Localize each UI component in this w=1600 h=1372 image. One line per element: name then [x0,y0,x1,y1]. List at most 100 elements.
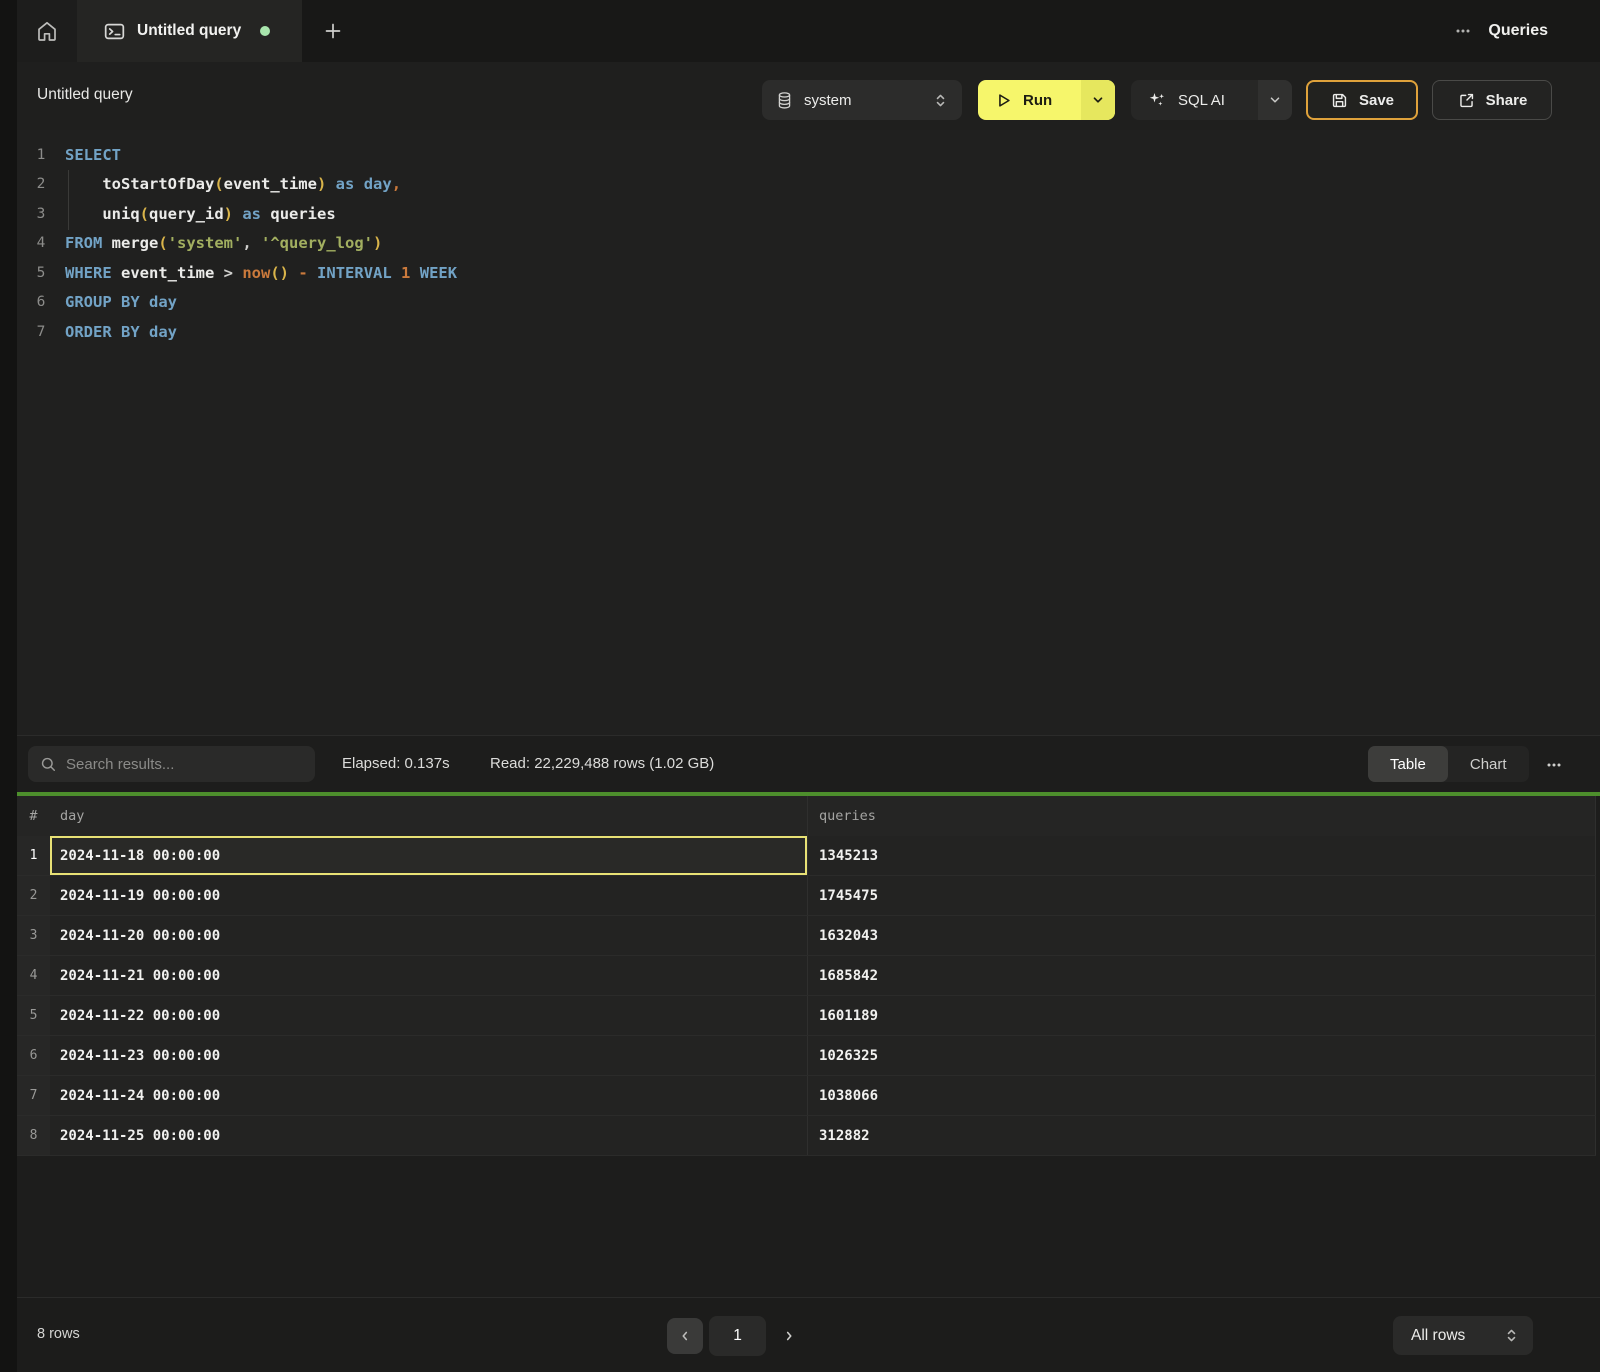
row-count: 8 rows [37,1326,80,1342]
page-size-value: All rows [1411,1327,1504,1345]
cell-queries[interactable]: 1038066 [807,1076,1595,1115]
cell-queries[interactable]: 1632043 [807,916,1595,955]
share-label: Share [1486,92,1528,109]
page-number-button[interactable]: 1 [709,1316,766,1356]
tab-chart-view[interactable]: Chart [1448,746,1529,782]
column-header-day[interactable]: day [50,796,807,836]
grid-header: # day queries [17,796,1596,836]
code-line[interactable]: 6GROUP BY day [17,288,1600,318]
table-row: 22024-11-19 00:00:001745475 [17,876,1596,916]
cell-queries[interactable]: 1685842 [807,956,1595,995]
line-number: 2 [29,176,53,192]
table-row: 42024-11-21 00:00:001685842 [17,956,1596,996]
cell-day[interactable]: 2024-11-20 00:00:00 [50,916,807,955]
sql-ai-button-group: SQL AI [1131,80,1292,120]
read-stat: Read: 22,229,488 rows (1.02 GB) [490,755,714,772]
code-line[interactable]: 4FROM merge('system', '^query_log') [17,229,1600,259]
sql-editor[interactable]: 1 SELECT 2 toStartOfDay(event_time) as day… [17,130,1600,735]
database-selector-value: system [804,92,922,109]
tabbar-right: Queries [1450,0,1600,62]
run-button-group: Run [978,80,1115,120]
cell-queries[interactable]: 1026325 [807,1036,1595,1075]
row-index: 6 [17,1036,50,1075]
previous-page-button[interactable] [667,1318,703,1354]
cell-day[interactable]: 2024-11-23 00:00:00 [50,1036,807,1075]
run-label: Run [1023,92,1052,109]
row-index: 7 [17,1076,50,1115]
database-selector[interactable]: system [762,80,962,120]
run-options-button[interactable] [1081,80,1115,120]
save-icon [1330,91,1349,110]
next-page-button[interactable] [772,1318,806,1354]
results-more-options-icon[interactable] [1541,752,1567,778]
column-header-index[interactable]: # [17,796,50,836]
code-line[interactable]: 1 SELECT [17,140,1600,170]
code-line[interactable]: 5 WHERE event_time > now() - INTERVAL 1 W… [17,258,1600,288]
chevron-down-icon [1268,93,1282,107]
cell-day[interactable]: 2024-11-21 00:00:00 [50,956,807,995]
left-gutter [0,0,17,1372]
row-index: 2 [17,876,50,915]
queries-link[interactable]: Queries [1488,22,1548,40]
run-button[interactable]: Run [978,80,1081,120]
save-button[interactable]: Save [1306,80,1418,120]
search-box [28,746,315,782]
search-icon [40,756,57,773]
cell-day[interactable]: 2024-11-22 00:00:00 [50,996,807,1035]
cell-queries[interactable]: 1345213 [807,836,1595,875]
row-index: 4 [17,956,50,995]
new-tab-button[interactable] [302,0,364,62]
share-button[interactable]: Share [1432,80,1552,120]
tab-table-view[interactable]: Table [1368,746,1448,782]
elapsed-stat: Elapsed: 0.137s [342,755,450,772]
code-lines: 1 SELECT 2 toStartOfDay(event_time) as day… [17,140,1600,347]
tab-untitled-query[interactable]: Untitled query [77,0,302,62]
view-toggle: Table Chart [1368,746,1529,782]
code-text: SELECT [65,146,121,164]
sql-ai-options-button[interactable] [1258,80,1292,120]
page-size-selector[interactable]: All rows [1393,1316,1533,1355]
code-text: WHERE event_time > now() - INTERVAL 1 WE… [65,264,457,282]
row-index: 1 [17,836,50,875]
code-line[interactable]: 2 toStartOfDay(event_time) as day, [17,170,1600,200]
query-toolbar: Untitled query system Run SQL AI [17,62,1600,130]
chevron-left-icon [678,1329,692,1343]
more-options-icon[interactable] [1450,18,1476,44]
sql-ai-label: SQL AI [1178,92,1225,109]
column-header-queries[interactable]: queries [807,796,1595,836]
code-text: ORDER BY day [65,323,177,341]
cell-day[interactable]: 2024-11-24 00:00:00 [50,1076,807,1115]
cell-day[interactable]: 2024-11-25 00:00:00 [50,1116,807,1155]
indent-guide [68,170,69,230]
save-label: Save [1359,92,1394,109]
cell-queries[interactable]: 312882 [807,1116,1595,1155]
chevron-down-icon [1091,93,1105,107]
home-tab[interactable] [17,0,77,62]
cell-day[interactable]: 2024-11-19 00:00:00 [50,876,807,915]
cell-queries[interactable]: 1601189 [807,996,1595,1035]
unsaved-changes-dot [260,26,270,36]
row-index: 5 [17,996,50,1035]
tab-label: Untitled query [137,22,241,40]
select-arrows-icon [1504,1327,1519,1344]
share-icon [1457,91,1476,110]
search-input[interactable] [66,756,303,773]
chevron-right-icon [782,1329,796,1343]
database-icon [776,91,793,110]
line-number: 5 [29,265,53,281]
sql-ai-button[interactable]: SQL AI [1131,80,1258,120]
code-line[interactable]: 3 uniq(query_id) as queries [17,199,1600,229]
plus-icon [324,22,342,40]
cell-queries[interactable]: 1745475 [807,876,1595,915]
query-title: Untitled query [37,86,133,104]
table-row: 72024-11-24 00:00:001038066 [17,1076,1596,1116]
code-line[interactable]: 7ORDER BY day [17,317,1600,347]
table-row: 62024-11-23 00:00:001026325 [17,1036,1596,1076]
cell-day[interactable]: 2024-11-18 00:00:00 [50,836,807,875]
terminal-icon [103,20,126,43]
play-icon [994,91,1013,110]
line-number: 1 [29,147,53,163]
home-icon [35,19,59,43]
table-row: 32024-11-20 00:00:001632043 [17,916,1596,956]
line-number: 3 [29,206,53,222]
